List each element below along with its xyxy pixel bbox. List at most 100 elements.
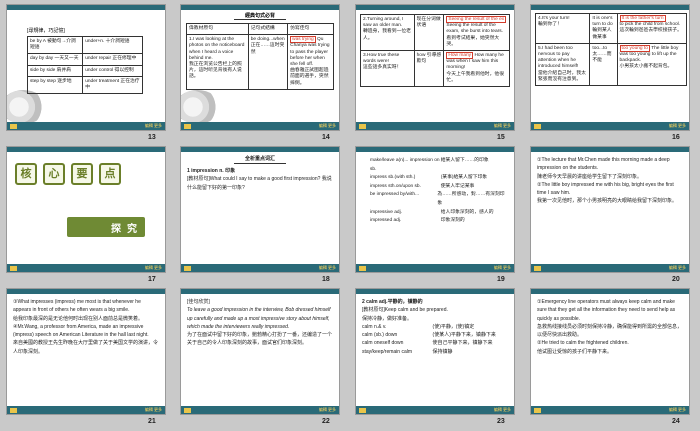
slide-bottom-bar: 編輯 更多	[181, 406, 339, 414]
slide-top-bar	[7, 289, 165, 294]
example-sentence: ②The little boy impressed me with his bi…	[537, 181, 674, 197]
table-cell: It is one's turn to do	[592, 16, 613, 28]
table-cell: step by step 逐步地	[26, 75, 84, 95]
phrase: impress sth.on/upon sb.	[370, 183, 421, 189]
translation: 急救热线接线员必须时刻保持冷静，确保能得到所需的全部信息，以便尽快派出救助。	[537, 323, 683, 339]
logo-icon	[534, 266, 541, 271]
phrase: be impressed by/with...	[370, 192, 420, 198]
table-cell: 1.I was looking at the photos on the not…	[189, 37, 245, 61]
logo-icon	[10, 266, 17, 271]
slide-top-bar	[181, 147, 339, 152]
table-cell: 輪到你了！	[538, 22, 562, 28]
slide-thumbnail-15[interactable]: 2.Turning around, I saw an older man. 轉過身…	[355, 4, 515, 131]
logo-icon	[184, 266, 191, 271]
slide-bottom-bar: 編輯 更多	[356, 264, 514, 272]
slide-top-bar	[181, 289, 339, 294]
sentence-table: 2.Turning around, I saw an older man. 轉過身…	[360, 13, 510, 88]
slide-thumbnail-19[interactable]: make/leave a(n)... impression on sb. 給某人留…	[355, 146, 515, 273]
flower-decoration-icon	[181, 90, 220, 124]
slide-content: ①The lecture that Mr.Chen made this morn…	[537, 156, 684, 206]
slide-content: [佳句欣赏] To leave a good impression in the…	[187, 298, 334, 348]
phrase-meaning: (使)平静，(使)镇定	[432, 323, 475, 330]
example-sentence: ④Mr.Wang, a professor from America, made…	[13, 323, 149, 339]
answer-highlight: It is the father's turn	[619, 15, 666, 22]
slide-bottom-bar: 編輯 更多	[356, 122, 514, 130]
table-cell: under treatment 正在治疗中	[82, 75, 143, 95]
sentence-table: 偉教材原句 记句式結構 仿寫佳句 1.I was looking at the …	[186, 22, 334, 90]
slide-thumbnail-18[interactable]: 全析重点词汇 1 impression n. 印象 [教材原句]What cou…	[180, 146, 340, 273]
slide-content: 2 calm adj.平静的，镇静的 [教材原句]Keep calm and b…	[362, 298, 509, 356]
nav-label: 編輯 更多	[493, 123, 511, 128]
example-sentence: [教材原句]Keep calm and be prepared.	[362, 307, 448, 314]
slide-thumbnail-22[interactable]: [佳句欣赏] To leave a good impression in the…	[180, 288, 340, 415]
logo-icon	[534, 124, 541, 129]
translation: 我第一次见他时，那个小男孩明亮的大眼睛给我留下深刻印象。	[537, 198, 678, 205]
title-char: 核	[15, 163, 37, 185]
section-header: 經典句式必背	[234, 12, 286, 20]
slide-top-bar	[356, 5, 514, 10]
phrase-meaning: 印象深刻的	[440, 218, 465, 224]
slide-bottom-bar: 編輯 更多	[7, 406, 165, 414]
nav-label: 編輯 更多	[668, 123, 686, 128]
slide-thumbnail-17[interactable]: 核 心 要 点 探究 編輯 更多	[6, 146, 166, 273]
table-cell: 小男孩太小搬不起背包。	[619, 64, 673, 70]
example-sentence: ①Emergency line operators must always ke…	[537, 299, 676, 322]
phrase: stay/keep/remain calm	[362, 348, 413, 355]
phrase: impressive adj.	[370, 209, 402, 215]
table-cell: side by side 肩并肩	[26, 64, 84, 77]
slide-number: 24	[672, 418, 680, 425]
table-cell: 這次輪到爸爸去學校接孩子。	[619, 28, 682, 34]
phrase: impressed adj.	[370, 218, 402, 224]
table-cell: be by A 被動句→介詞短語	[26, 35, 84, 55]
table-cell: 现在分词做状语	[413, 13, 445, 52]
slide-top-bar	[356, 289, 514, 294]
table-cell: be doing...when 正在……這时突然	[247, 34, 289, 90]
table-cell: 我正在浏览公告栏上的照片，這时听见背後有人说話。	[189, 62, 242, 80]
slide-top-bar	[531, 5, 689, 10]
column-header: 记句式結構	[247, 22, 289, 36]
nav-label: 編輯 更多	[318, 407, 336, 412]
slide-top-bar	[7, 5, 165, 10]
slide-thumbnail-16[interactable]: 4.It's your turn! 輪到你了！ It is one's turn …	[530, 4, 690, 131]
phrase-meaning: 给人印象深刻的，感人的	[440, 209, 494, 215]
vocab-heading: 1 impression n. 印象	[187, 168, 236, 175]
title-char: 点	[99, 163, 121, 185]
nav-label: 編輯 更多	[144, 123, 162, 128]
phrase-meaning: 使某人牢记某事	[440, 183, 475, 189]
slide-top-bar	[181, 5, 339, 10]
section-title: 核 心 要 点	[15, 163, 155, 185]
phrase-meaning: 給某人留下……的印象	[440, 158, 489, 163]
slide-thumbnail-23[interactable]: 2 calm adj.平静的，镇静的 [教材原句]Keep calm and b…	[355, 288, 515, 415]
table-cell: under+n. 十介詞短語	[82, 35, 143, 55]
slide-sorter-grid: [尋規律，巧記憶] be by A 被動句→介詞短語 under+n. 十介詞短語…	[0, 0, 700, 431]
slide-content: 4.It's your turn! 輪到你了！ It is one's turn …	[534, 13, 688, 87]
slide-content: 2.Turning around, I saw an older man. 轉過身…	[360, 13, 510, 88]
table-cell: how 引導感歎句	[413, 50, 445, 88]
slide-bottom-bar: 編輯 更多	[531, 122, 689, 130]
slide-bottom-bar: 編輯 更多	[181, 122, 339, 130]
slide-thumbnail-24[interactable]: ①Emergency line operators must always ke…	[530, 288, 690, 415]
table-cell: 看到考试結果，她突然大哭。	[446, 35, 500, 47]
slide-number: 20	[672, 276, 680, 283]
slide-thumbnail-21[interactable]: ③What impresses (impress) me most is tha…	[6, 288, 166, 415]
example-sentence: ③What impresses (impress) me most is tha…	[13, 299, 141, 314]
example-sentence: To leave a good impression in the interv…	[187, 307, 331, 330]
table-cell: too...to	[592, 45, 608, 51]
slide-thumbnail-14[interactable]: 經典句式必背 偉教材原句 记句式結構 仿寫佳句 1.I was looking …	[180, 4, 340, 131]
phrase-table: be by A 被動句→介詞短語 under+n. 十介詞短語 day by da…	[26, 35, 143, 95]
answer-highlight: How many	[446, 52, 474, 60]
translation: 给我印象最深的是无论他何时出现在别人面前总是微笑着。	[13, 315, 144, 322]
slide-number: 23	[497, 418, 505, 425]
table-cell: 這些話多真实呀！	[363, 65, 402, 71]
phrase-list: make/leave a(n)... impression on sb. 給某人留…	[370, 157, 506, 226]
slide-bottom-bar: 編輯 更多	[531, 264, 689, 272]
slide-thumbnail-13[interactable]: [尋規律，巧記憶] be by A 被動句→介詞短語 under+n. 十介詞短語…	[6, 4, 166, 131]
phrase: make/leave a(n)... impression on sb.	[370, 158, 440, 172]
slide-number: 21	[148, 418, 156, 425]
slide-thumbnail-20[interactable]: ①The lecture that Mr.Chen made this morn…	[530, 146, 690, 273]
phrase: calm oneself down	[362, 340, 404, 347]
phrase-meaning: (使某人)平静下来，镇静下来	[432, 332, 496, 339]
table-cell: day by day 一天又一天	[26, 53, 84, 66]
slide-content: ①Emergency line operators must always ke…	[537, 298, 684, 356]
slide-bottom-bar: 編輯 更多	[181, 264, 339, 272]
